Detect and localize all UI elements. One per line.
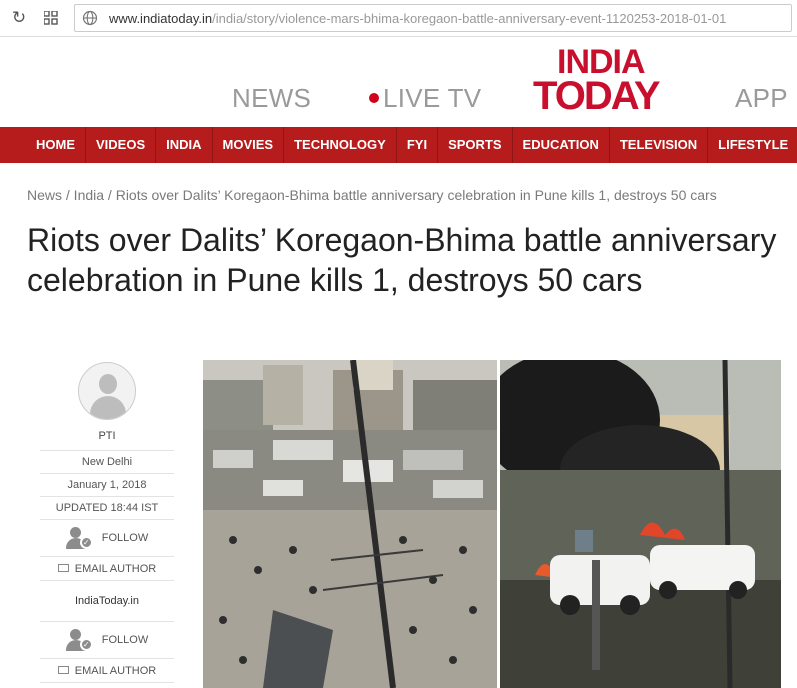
site-header: NEWS LIVE TV INDIA TODAY APP xyxy=(0,37,797,127)
author-location: New Delhi xyxy=(40,450,174,473)
header-app-link[interactable]: APP xyxy=(735,83,788,114)
email-author-label-2: EMAIL AUTHOR xyxy=(74,665,157,677)
follow-icon-head xyxy=(69,527,81,538)
email-author-label: EMAIL AUTHOR xyxy=(74,563,157,575)
nav-item-technology[interactable]: TECHNOLOGY xyxy=(284,127,397,163)
live-tv-label: LIVE TV xyxy=(383,83,482,113)
follow-label: FOLLOW xyxy=(101,532,149,544)
nav-item-education[interactable]: EDUCATION xyxy=(513,127,610,163)
url-host: www.indiatoday.in xyxy=(109,11,213,26)
author-name[interactable]: PTI xyxy=(40,430,174,450)
nav-item-fyi[interactable]: FYI xyxy=(397,127,439,163)
publish-date: January 1, 2018 xyxy=(40,473,174,496)
header-live-tv-link[interactable]: LIVE TV xyxy=(369,83,481,114)
email-author-button-2[interactable]: EMAIL AUTHOR xyxy=(40,658,174,683)
main-nav: HOME VIDEOS INDIA MOVIES TECHNOLOGY FYI … xyxy=(0,127,797,163)
article-photo-fire xyxy=(500,360,781,688)
url-path: /india/story/violence-mars-bhima-koregao… xyxy=(212,11,727,26)
follow-label-2: FOLLOW xyxy=(101,634,149,646)
follow-button[interactable]: ✓ FOLLOW xyxy=(40,519,174,556)
url-text: www.indiatoday.in/india/story/violence-m… xyxy=(109,11,726,26)
avatar-body xyxy=(90,396,126,419)
logo-line2: TODAY xyxy=(533,74,661,119)
nav-item-sports[interactable]: SPORTS xyxy=(438,127,513,163)
follow-button-2[interactable]: ✓ FOLLOW xyxy=(40,621,174,658)
article-title: Riots over Dalits’ Koregaon-Bhima battle… xyxy=(27,222,777,298)
source-name[interactable]: IndiaToday.in xyxy=(40,581,174,621)
avatar xyxy=(78,362,136,420)
follow-icon-check: ✓ xyxy=(79,536,93,549)
updated-time: UPDATED 18:44 IST xyxy=(40,496,174,519)
follow-icon-check: ✓ xyxy=(79,638,93,651)
reload-icon[interactable]: ↻ xyxy=(9,8,29,28)
mail-icon xyxy=(57,666,69,674)
nav-item-home[interactable]: HOME xyxy=(26,127,86,163)
article-photo-crowd xyxy=(203,360,497,688)
avatar-head xyxy=(99,374,117,394)
address-bar[interactable]: www.indiatoday.in/india/story/violence-m… xyxy=(74,4,792,32)
nav-item-television[interactable]: TELEVISION xyxy=(610,127,709,163)
nav-item-movies[interactable]: MOVIES xyxy=(213,127,285,163)
header-news-link[interactable]: NEWS xyxy=(232,83,311,114)
live-dot-icon xyxy=(369,93,379,103)
crowd-photo-illustration xyxy=(203,360,497,688)
email-author-button[interactable]: EMAIL AUTHOR xyxy=(40,556,174,581)
apps-icon[interactable] xyxy=(41,8,61,28)
burning-cars-illustration xyxy=(500,360,781,688)
nav-item-india[interactable]: INDIA xyxy=(156,127,213,163)
browser-toolbar: ↻ www.indiatoday.in/india/story/violence… xyxy=(0,0,797,37)
mail-icon xyxy=(57,564,69,572)
india-today-logo[interactable]: INDIA TODAY xyxy=(533,45,681,123)
globe-icon xyxy=(82,10,98,26)
nav-item-videos[interactable]: VIDEOS xyxy=(86,127,157,163)
author-panel: PTI New Delhi January 1, 2018 UPDATED 18… xyxy=(40,360,174,683)
follow-user-icon: ✓ xyxy=(65,629,96,651)
follow-icon-head xyxy=(69,629,81,640)
nav-item-lifestyle[interactable]: LIFESTYLE xyxy=(708,127,797,163)
breadcrumb[interactable]: News / India / Riots over Dalits’ Korega… xyxy=(27,187,717,203)
follow-user-icon: ✓ xyxy=(65,527,96,549)
